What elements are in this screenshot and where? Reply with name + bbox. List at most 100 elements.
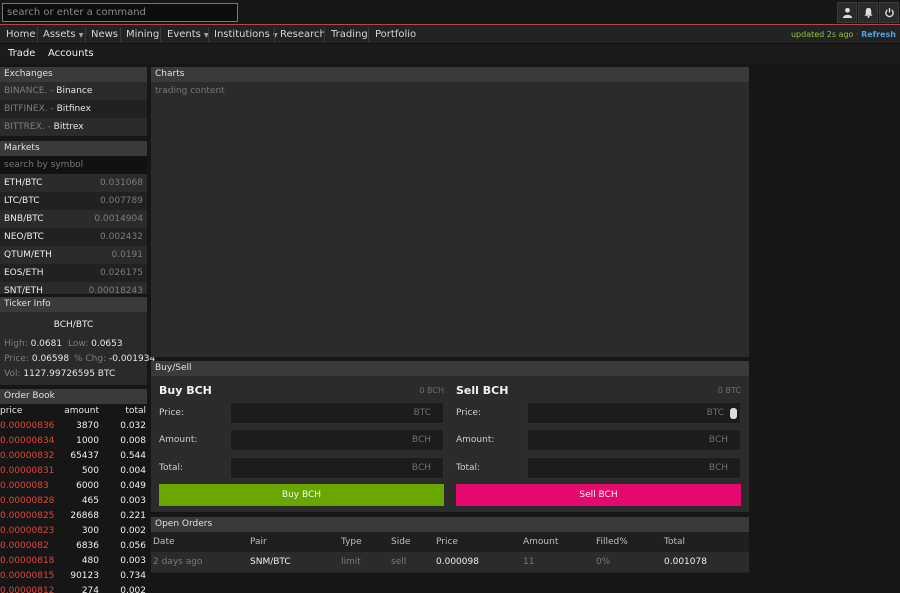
- orderbook-row[interactable]: 0.00000818 480 0.003: [0, 554, 147, 569]
- refresh-link[interactable]: Refresh: [861, 30, 896, 39]
- orderbook-row[interactable]: 0.00000836 3870 0.032: [0, 419, 147, 434]
- orderbook-row[interactable]: 0.00000825 26868 0.221: [0, 509, 147, 524]
- subnav-accounts[interactable]: Accounts: [48, 44, 94, 64]
- notifications-button[interactable]: [858, 2, 878, 23]
- exchange-name: Bittrex: [53, 122, 84, 132]
- buy-price-label: Price:: [159, 408, 184, 418]
- orderbook-row[interactable]: 0.00000823 300 0.002: [0, 524, 147, 539]
- orderbook-row[interactable]: 0.00000812 274 0.002: [0, 584, 147, 593]
- buy-amount-unit: BCH: [411, 435, 431, 445]
- market-row[interactable]: ETH/BTC 0.031068: [0, 174, 147, 192]
- ticker-header: Ticker Info: [0, 297, 147, 312]
- user-button[interactable]: [837, 2, 857, 23]
- sell-amount-input[interactable]: BCH: [527, 429, 741, 451]
- user-icon: [842, 7, 852, 18]
- price-label: Price:: [4, 354, 29, 364]
- ticker-panel: BCH/BTC High: 0.0681 Low: 0.0653 Price: …: [0, 312, 155, 385]
- ob-total: 0.003: [120, 496, 146, 506]
- exchange-item-bittrex[interactable]: BITTREX. - Bittrex: [0, 118, 147, 136]
- market-price: 0.007789: [100, 196, 143, 206]
- exchange-code: BINANCE.: [4, 86, 48, 96]
- ob-amount: 465: [81, 496, 99, 506]
- exchange-item-bitfinex[interactable]: BITFINEX. - Bitfinex: [0, 100, 147, 118]
- market-price: 0.026175: [100, 268, 143, 278]
- orderbook-row[interactable]: 0.00000831 500 0.004: [0, 464, 147, 479]
- market-symbol: ETH/BTC: [4, 178, 43, 188]
- low-label: Low:: [67, 339, 89, 349]
- oo-filled: 0%: [596, 557, 611, 567]
- sell-price-unit: BTC: [706, 408, 724, 418]
- orderbook-row[interactable]: 0.00000832 65437 0.544: [0, 449, 147, 464]
- oo-col-amount: Amount: [523, 537, 559, 547]
- oo-col-filled: Filled%: [596, 537, 628, 547]
- nav-mining[interactable]: Mining: [122, 25, 163, 44]
- orderbook-row[interactable]: 0.00000828 465 0.003: [0, 494, 147, 509]
- ob-amount: 274: [81, 586, 99, 593]
- oo-amount: 11: [523, 557, 535, 567]
- ob-price: 0.00000832: [0, 451, 55, 461]
- nav-news[interactable]: News: [87, 25, 122, 44]
- market-search-input[interactable]: [0, 156, 147, 174]
- market-row[interactable]: SNT/ETH 0.00018243: [0, 282, 147, 294]
- nav-divider: [368, 27, 369, 42]
- column-total: total: [125, 406, 146, 416]
- column-price: price: [0, 406, 23, 416]
- ob-total: 0.049: [120, 481, 146, 491]
- market-row[interactable]: NEO/BTC 0.002432: [0, 228, 147, 246]
- orderbook-row[interactable]: 0.0000083 6000 0.049: [0, 479, 147, 494]
- charts-panel: trading content: [151, 82, 749, 357]
- exchange-code: BITFINEX.: [4, 104, 48, 114]
- nav-assets[interactable]: Assets ▼: [39, 25, 87, 44]
- nav-trading[interactable]: Trading: [327, 25, 372, 44]
- nav-divider: [85, 27, 86, 42]
- sell-total-input[interactable]: BCH: [527, 457, 741, 479]
- oo-price: 0.000098: [436, 557, 479, 567]
- logout-button[interactable]: [879, 2, 899, 23]
- market-symbol: SNT/ETH: [4, 286, 43, 294]
- spinner-icon[interactable]: [730, 408, 737, 419]
- market-row[interactable]: BNB/BTC 0.0014904: [0, 210, 147, 228]
- orderbook-row[interactable]: 0.00000815 90123 0.734: [0, 569, 147, 584]
- oo-col-total: Total: [664, 537, 686, 547]
- buy-total-input[interactable]: BCH: [230, 457, 444, 479]
- buy-button[interactable]: Buy BCH: [159, 484, 444, 506]
- markets-header: Markets: [0, 141, 147, 156]
- charts-header: Charts: [151, 67, 749, 82]
- market-symbol: BNB/BTC: [4, 214, 44, 224]
- market-symbol: QTUM/ETH: [4, 250, 52, 260]
- sell-title: Sell BCH: [456, 384, 509, 397]
- market-row[interactable]: EOS/ETH 0.026175: [0, 264, 147, 282]
- oo-col-type: Type: [341, 537, 362, 547]
- orderbook-row[interactable]: 0.00000834 1000 0.008: [0, 434, 147, 449]
- oo-total: 0.001078: [664, 557, 707, 567]
- orderbook-row[interactable]: 0.0000082 6836 0.056: [0, 539, 147, 554]
- ob-total: 0.032: [120, 421, 146, 431]
- nav-events[interactable]: Events ▼: [163, 25, 213, 44]
- ob-amount: 6000: [76, 481, 99, 491]
- nav-label: Research: [280, 29, 326, 40]
- subnav-trade[interactable]: Trade: [8, 44, 35, 64]
- nav-portfolio[interactable]: Portfolio: [371, 25, 420, 44]
- nav-divider: [208, 27, 209, 42]
- market-row[interactable]: LTC/BTC 0.007789: [0, 192, 147, 210]
- buy-title: Buy BCH: [159, 384, 212, 397]
- change-label: % Chg:: [73, 354, 107, 364]
- buy-amount-input[interactable]: BCH: [230, 429, 444, 451]
- buy-amount-label: Amount:: [159, 435, 198, 445]
- market-row[interactable]: QTUM/ETH 0.0191: [0, 246, 147, 264]
- sell-button[interactable]: Sell BCH: [456, 484, 741, 506]
- ob-total: 0.221: [120, 511, 146, 521]
- ob-amount: 300: [81, 526, 99, 536]
- command-input[interactable]: [2, 3, 238, 22]
- nav-research[interactable]: Research: [276, 25, 330, 44]
- exchange-item-binance[interactable]: BINANCE. - Binance: [0, 82, 147, 100]
- exchange-name: Binance: [56, 86, 93, 96]
- market-price: 0.00018243: [88, 286, 143, 294]
- nav-institutions[interactable]: Institutions ▼: [210, 25, 282, 44]
- sell-price-input[interactable]: BTC: [527, 402, 741, 424]
- nav-label: Portfolio: [375, 29, 417, 40]
- buy-price-input[interactable]: BTC: [230, 402, 444, 424]
- ob-price: 0.00000812: [0, 586, 55, 593]
- buysell-header: Buy/Sell: [151, 361, 749, 376]
- nav-home[interactable]: Home: [2, 25, 40, 44]
